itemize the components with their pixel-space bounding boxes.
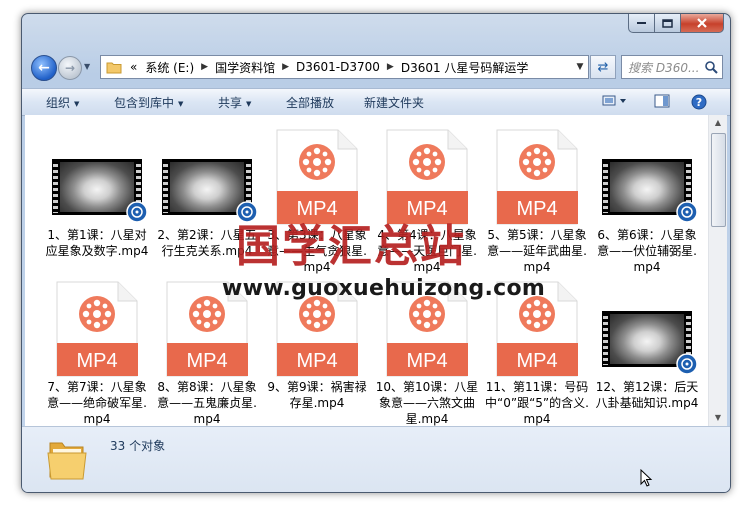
mp4-label: MP4 [516,198,557,220]
include-library-label: 包含到库中 [114,96,175,110]
file-name: 6、第6课：八星象意——伏位辅弼星.mp4 [597,228,697,274]
video-thumbnail [602,159,698,223]
search-icon[interactable] [704,60,718,74]
arrow-right-icon: → [64,61,76,75]
help-icon: ? [691,94,707,110]
media-player-badge-icon [676,353,698,375]
minimize-button[interactable] [628,14,655,33]
forward-button[interactable]: → [58,56,82,80]
maximize-icon [662,18,673,28]
back-button[interactable]: ← [31,55,57,81]
view-icon [602,95,626,106]
file-name: 1、第1课：八星对应星象及数字.mp4 [45,228,149,258]
share-label: 共享 [218,96,243,110]
new-folder-button[interactable]: 新建文件夹 [364,94,424,111]
organize-menu[interactable]: 组织 ▼ [46,94,79,111]
file-name: 7、第7课：八星象意——绝命破军星.mp4 [47,380,147,426]
include-library-menu[interactable]: 包含到库中 ▼ [114,94,183,111]
help-button[interactable]: ? [691,94,707,113]
film-strip [603,313,608,365]
file-thumbnail: MP4 [45,279,149,377]
close-icon [697,17,707,28]
maximize-button[interactable] [655,14,681,33]
file-thumbnail [595,127,699,225]
share-menu[interactable]: 共享 ▼ [218,94,251,111]
file-name: 9、第9课：祸害禄存星.mp4 [267,380,367,410]
mp4-label: MP4 [296,350,337,372]
file-thumbnail [595,279,699,377]
address-row: ← → ▼ « 系统 (E:) ▶ 国学资料馆 ▶ D3601-D3700 ▶ … [22,52,730,82]
search-box[interactable]: 搜索 D360... [621,55,723,79]
preview-pane-button[interactable] [654,94,670,111]
change-view-button[interactable] [602,94,628,111]
video-thumbnail [162,159,258,223]
caption-buttons [628,14,724,33]
scroll-thumb[interactable] [711,133,726,227]
file-name: 10、第10课：八星象意——六煞文曲星.mp4 [375,380,479,426]
video-thumbnail [52,159,148,223]
close-button[interactable] [681,14,724,33]
file-name: 5、第5课：八星象意——延年武曲星.mp4 [487,228,587,274]
breadcrumb-drive[interactable]: 系统 (E:) [141,59,198,76]
video-frame [60,162,134,212]
organize-label: 组织 [46,96,71,110]
file-name: 8、第8课：八星象意——五鬼廉贞星.mp4 [157,380,257,426]
item-count: 33 个对象 [110,439,166,453]
address-dropdown-icon[interactable]: ▼ [572,62,588,72]
vertical-scrollbar[interactable]: ▲ ▼ [708,115,727,426]
mouse-cursor-icon [640,469,653,487]
refresh-icon: ⇄ [597,59,609,75]
search-input[interactable]: 搜索 D360... [622,59,704,76]
file-name: 12、第12课：后天八卦基础知识.mp4 [595,380,699,410]
minimize-icon [636,22,646,24]
file-thumbnail: MP4 [485,127,589,225]
file-thumbnail [45,127,149,225]
video-frame [610,314,684,364]
address-bar[interactable]: « 系统 (E:) ▶ 国学资料馆 ▶ D3601-D3700 ▶ D3601 … [100,55,589,79]
play-all-button[interactable]: 全部播放 [286,94,334,111]
video-frame [170,162,244,212]
details-pane: 33 个对象 [22,426,730,492]
preview-pane-icon [654,94,670,108]
film-strip [603,161,608,213]
chevron-down-icon: ▼ [246,99,252,108]
chevron-right-icon[interactable]: ▶ [279,62,292,72]
folder-icon [106,62,122,74]
scroll-up-icon[interactable]: ▲ [709,115,727,131]
mp4-label: MP4 [186,350,227,372]
breadcrumb-current[interactable]: D3601 八星号码解运学 [397,59,533,76]
film-strip [53,161,58,213]
breadcrumb-folder-2[interactable]: D3601-D3700 [292,60,384,74]
mp4-label: MP4 [406,350,447,372]
watermark-url: www.guoxuehuizong.com [222,276,546,301]
mp4-file-icon: MP4 [56,281,138,377]
breadcrumb-folder-1[interactable]: 国学资料馆 [211,59,279,76]
chevron-down-icon: ▼ [74,99,80,108]
video-frame [610,162,684,212]
mp4-label: MP4 [516,350,557,372]
mp4-label: MP4 [76,350,117,372]
refresh-button[interactable]: ⇄ [590,55,616,79]
chevron-right-icon[interactable]: ▶ [384,62,397,72]
recent-pages-dropdown[interactable]: ▼ [84,62,93,71]
video-thumbnail [602,311,698,375]
film-strip [163,161,168,213]
svg-text:?: ? [696,96,702,109]
mp4-file-icon: MP4 [496,129,578,225]
media-player-badge-icon [126,201,148,223]
folder-icon [47,442,87,480]
command-bar: 组织 ▼ 包含到库中 ▼ 共享 ▼ 全部播放 新建文件夹 ? [22,88,730,116]
scroll-down-icon[interactable]: ▼ [709,410,727,426]
watermark-title: 国学汇总站 [236,221,466,272]
media-player-badge-icon [676,201,698,223]
chevron-right-icon[interactable]: ▶ [198,62,211,72]
breadcrumb-overflow[interactable]: « [126,60,141,74]
chevron-down-icon: ▼ [178,99,184,108]
arrow-left-icon: ← [38,60,50,76]
file-name: 11、第11课：号码中“0”跟“5”的含义.mp4 [485,380,589,426]
